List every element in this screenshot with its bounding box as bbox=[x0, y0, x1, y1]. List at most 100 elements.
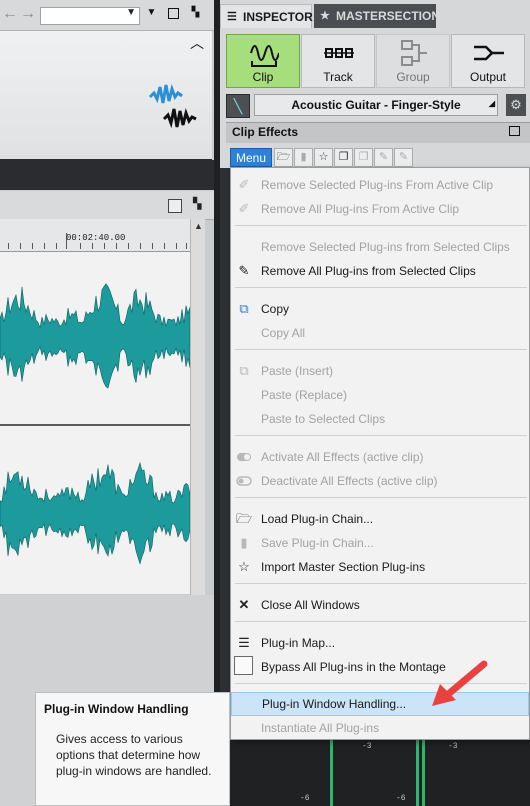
eraser-icon: ✐ bbox=[238, 201, 250, 216]
menu-item-paste-insert[interactable]: ⧉ Paste (Insert) bbox=[231, 359, 529, 383]
track-checkbox[interactable] bbox=[168, 199, 182, 213]
folder-icon[interactable]: 🗁 bbox=[274, 148, 293, 167]
menu-separator bbox=[235, 349, 527, 350]
close-icon: ✕ bbox=[238, 597, 250, 612]
menu-item-deactivate-all[interactable]: Deactivate All Effects (active clip) bbox=[231, 469, 529, 493]
menu-item-activate-all[interactable]: Activate All Effects (active clip) bbox=[231, 445, 529, 469]
menu-item-plugin-map[interactable]: ☰ Plug-in Map... bbox=[231, 631, 529, 655]
menu-item-import-master[interactable]: ☆ Import Master Section Plug-ins bbox=[231, 555, 529, 579]
menu-item-copy-all[interactable]: Copy All bbox=[231, 321, 529, 345]
tooltip-title: Plug-in Window Handling bbox=[44, 702, 189, 716]
waveform-icon bbox=[250, 45, 279, 67]
preset-selector[interactable]: Acoustic Guitar - Finger-Style ◢ bbox=[254, 94, 498, 116]
menu-item-label: Remove Selected Plug-ins from Selected C… bbox=[261, 240, 510, 254]
forward-arrow-icon[interactable]: → bbox=[20, 5, 36, 23]
clip-effects-menu: ✐ Remove Selected Plug-ins From Active C… bbox=[230, 167, 530, 740]
menu-item-label: Copy bbox=[261, 302, 290, 316]
menu-item-load-chain[interactable]: 🗁 Load Plug-in Chain... bbox=[231, 507, 529, 531]
star-icon: ☆ bbox=[238, 559, 250, 574]
eraser-all-icon[interactable]: ✎ bbox=[394, 148, 413, 167]
meter-bar bbox=[330, 740, 333, 806]
tab-inspector[interactable]: ☰ INSPECTOR bbox=[220, 4, 313, 28]
panel-icon[interactable]: ▚ bbox=[190, 7, 201, 18]
menu-item-label: Bypass All Plug-ins in the Montage bbox=[261, 660, 446, 674]
menu-separator bbox=[235, 497, 527, 498]
menu-separator bbox=[235, 225, 527, 226]
view-selector[interactable]: ▼ bbox=[40, 7, 140, 25]
ruler-time-label: 00:02:40.00 bbox=[66, 233, 126, 243]
track-icon bbox=[324, 48, 354, 58]
preset-name: Acoustic Guitar - Finger-Style bbox=[291, 98, 461, 112]
chevron-up-icon[interactable]: ︿ bbox=[190, 33, 204, 53]
menu-item-remove-selected-clips[interactable]: Remove Selected Plug-ins from Selected C… bbox=[231, 235, 529, 259]
menu-item-remove-all-clips[interactable]: ✎ Remove All Plug-ins from Selected Clip… bbox=[231, 259, 529, 283]
menu-button[interactable]: Menu bbox=[230, 148, 272, 167]
clip-button[interactable]: Clip bbox=[226, 34, 300, 88]
menu-item-label: Load Plug-in Chain... bbox=[261, 512, 374, 526]
star-icon: ★ bbox=[320, 10, 330, 22]
group-button-label: Group bbox=[396, 70, 430, 84]
list-icon: ☰ bbox=[238, 635, 250, 650]
copy-icon: ⧉ bbox=[239, 301, 249, 316]
menu-item-label: Paste to Selected Clips bbox=[261, 412, 386, 426]
maximize-icon[interactable] bbox=[509, 126, 520, 136]
menu-item-close-windows[interactable]: ✕ Close All Windows bbox=[231, 593, 529, 617]
copy-icon[interactable]: ❐ bbox=[334, 148, 353, 167]
back-arrow-icon[interactable]: ← bbox=[2, 5, 18, 23]
track-button-label: Track bbox=[323, 70, 353, 84]
menu-separator bbox=[235, 287, 527, 288]
toggle-off-icon bbox=[236, 473, 252, 489]
waveform-shape bbox=[0, 283, 191, 389]
menu-item-paste-replace[interactable]: Paste (Replace) bbox=[231, 383, 529, 407]
output-button[interactable]: Output bbox=[451, 34, 525, 88]
menu-item-instantiate-all[interactable]: Instantiate All Plug-ins bbox=[231, 716, 529, 740]
eraser-icon[interactable]: ✎ bbox=[374, 148, 393, 167]
menu-item-save-chain[interactable]: ▮ Save Plug-in Chain... bbox=[231, 531, 529, 555]
meter-label: -3 bbox=[362, 742, 372, 751]
audio-clip[interactable] bbox=[0, 252, 191, 594]
clip-effects-header[interactable]: Clip Effects bbox=[226, 122, 530, 143]
time-ruler[interactable]: 00:02:40.00 bbox=[0, 219, 190, 252]
track-header: ▚ bbox=[0, 191, 214, 220]
meter-label: -6 bbox=[300, 794, 310, 803]
gear-icon[interactable]: ⚙ bbox=[506, 94, 526, 116]
tab-mastersection[interactable]: ★ MASTERSECTION bbox=[314, 4, 440, 28]
vertical-scrollbar[interactable]: ▲ bbox=[190, 219, 205, 595]
star-icon[interactable]: ☆ bbox=[314, 148, 333, 167]
track-button[interactable]: Track bbox=[301, 34, 375, 88]
checkbox-icon[interactable] bbox=[234, 656, 253, 675]
dropdown-corner-icon: ◢ bbox=[488, 99, 495, 108]
menu-item-label: Remove All Plug-ins from Selected Clips bbox=[261, 264, 476, 278]
menu-item-label: Plug-in Map... bbox=[261, 636, 336, 650]
annotation-arrow-icon bbox=[432, 660, 488, 706]
clip-button-label: Clip bbox=[252, 70, 274, 84]
group-button[interactable]: Group bbox=[376, 34, 450, 88]
menu-separator bbox=[235, 583, 527, 584]
tab-label: MASTERSECTION bbox=[336, 9, 441, 23]
tooltip-description: Gives access to various options that det… bbox=[56, 732, 212, 778]
waveform-shape bbox=[0, 461, 191, 565]
level-meter: -3 -3 -6 -6 bbox=[220, 740, 530, 806]
menu-item-label: Save Plug-in Chain... bbox=[261, 536, 374, 550]
menu-item-remove-all-active[interactable]: ✐ Remove All Plug-ins From Active Clip bbox=[231, 197, 529, 221]
list-icon: ☰ bbox=[227, 11, 237, 23]
edit-pencil-icon[interactable]: ╲ bbox=[226, 94, 250, 118]
group-icon bbox=[401, 40, 427, 66]
folder-icon: 🗁 bbox=[236, 511, 253, 526]
dropdown-menu-icon[interactable]: ▼ bbox=[146, 7, 157, 18]
menu-separator bbox=[235, 621, 527, 622]
meter-bar bbox=[422, 740, 425, 806]
menu-item-remove-selected-active[interactable]: ✐ Remove Selected Plug-ins From Active C… bbox=[231, 173, 529, 197]
menu-separator bbox=[235, 435, 527, 436]
toggle-on-icon bbox=[236, 449, 252, 465]
panel-icon[interactable]: ▚ bbox=[193, 197, 201, 210]
menu-item-paste-selected[interactable]: Paste to Selected Clips bbox=[231, 407, 529, 431]
scroll-up-icon[interactable]: ▲ bbox=[194, 221, 203, 231]
overview-panel: ︿ bbox=[0, 31, 212, 161]
paste-icon[interactable]: ❐ bbox=[354, 148, 373, 167]
menu-item-copy[interactable]: ⧉ Copy bbox=[231, 297, 529, 321]
save-icon: ▮ bbox=[240, 535, 248, 550]
window-restore-icon[interactable] bbox=[168, 8, 179, 19]
save-icon[interactable]: ▮ bbox=[294, 148, 313, 167]
menu-item-label: Paste (Replace) bbox=[261, 388, 348, 402]
